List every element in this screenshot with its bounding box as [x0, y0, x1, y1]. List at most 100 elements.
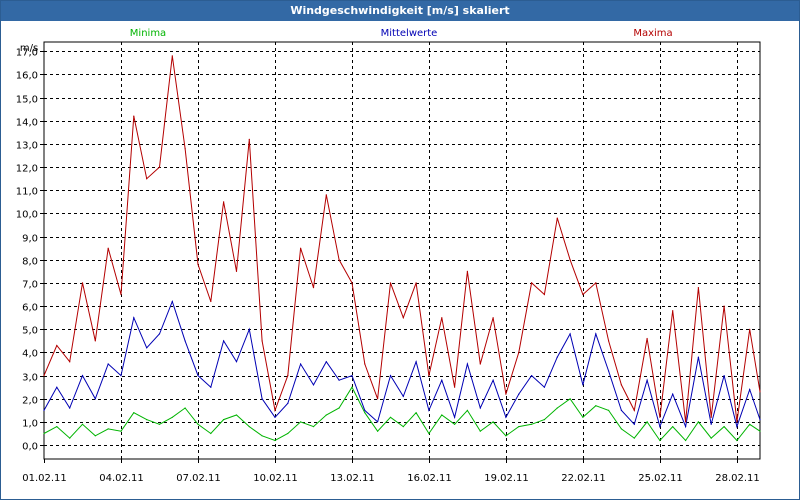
data-point-mittelwerte: [133, 317, 135, 319]
data-point-maxima: [107, 247, 109, 249]
data-point-mittelwerte: [505, 416, 507, 418]
data-point-minima: [261, 435, 263, 437]
chart-window: Windgeschwindigkeit [m/s] skaliert 0,0 1,…: [0, 0, 800, 500]
data-point-maxima: [377, 398, 379, 400]
data-point-mittelwerte: [81, 375, 84, 377]
data-point-mittelwerte: [146, 347, 148, 349]
data-point-minima: [479, 430, 481, 432]
data-point-maxima: [338, 259, 340, 261]
data-point-minima: [94, 435, 96, 437]
data-point-mittelwerte: [582, 384, 584, 386]
data-point-minima: [377, 430, 379, 432]
legend-mittelwerte: Mittelwerte: [381, 28, 438, 39]
data-point-mittelwerte: [595, 333, 597, 335]
data-point-maxima: [556, 217, 558, 219]
data-point-minima: [107, 428, 109, 430]
data-point-maxima: [171, 55, 173, 57]
data-point-maxima: [300, 247, 302, 249]
data-point-mittelwerte: [56, 386, 58, 388]
data-point-minima: [158, 423, 161, 425]
data-point-mittelwerte: [197, 375, 199, 377]
data-point-minima: [723, 426, 725, 428]
data-point-minima: [120, 430, 122, 432]
data-point-maxima: [749, 328, 751, 330]
data-point-maxima: [723, 305, 725, 307]
data-point-mittelwerte: [608, 370, 610, 372]
data-point-maxima: [685, 421, 687, 423]
x-tick-label: 07.02.11: [176, 473, 221, 484]
y-tick-label: 8,0: [22, 257, 38, 268]
data-point-maxima: [697, 287, 700, 289]
data-point-mittelwerte: [69, 407, 71, 409]
data-point-minima: [466, 409, 468, 411]
data-point-maxima: [81, 282, 84, 284]
data-point-mittelwerte: [312, 384, 315, 386]
data-point-mittelwerte: [633, 423, 635, 425]
data-point-minima: [146, 419, 148, 421]
data-point-mittelwerte: [466, 363, 468, 365]
x-tick-label: 10.02.11: [253, 473, 298, 484]
data-point-mittelwerte: [377, 421, 379, 423]
data-point-minima: [659, 439, 661, 442]
data-point-maxima: [287, 375, 289, 377]
data-point-mittelwerte: [428, 409, 430, 411]
data-point-minima: [274, 439, 276, 442]
data-point-mittelwerte: [287, 402, 289, 404]
data-point-mittelwerte: [492, 379, 494, 381]
data-point-maxima: [531, 282, 533, 284]
data-point-maxima: [620, 384, 623, 386]
wind-speed-chart: 0,0 1,0 2,0 3,0 4,0 5,0 6,0 7,0 8,0 9,0 10,0 11,0 12…: [16, 28, 761, 484]
data-point-minima: [402, 426, 404, 428]
data-point-mittelwerte: [415, 361, 417, 363]
data-point-mittelwerte: [158, 333, 161, 335]
data-point-maxima: [608, 340, 610, 342]
data-point-maxima: [133, 115, 135, 117]
x-tick-label: 28.02.11: [715, 473, 760, 484]
data-point-minima: [492, 421, 494, 423]
data-point-minima: [633, 437, 635, 439]
data-point-mittelwerte: [454, 416, 456, 418]
data-point-minima: [248, 426, 250, 428]
data-point-minima: [736, 439, 738, 442]
data-point-maxima: [595, 282, 597, 284]
data-point-minima: [543, 419, 546, 421]
data-point-minima: [518, 426, 520, 428]
y-tick-label: 11,0: [16, 187, 38, 198]
data-point-maxima: [569, 259, 571, 261]
data-point-maxima: [223, 201, 225, 203]
data-point-minima: [171, 416, 173, 418]
y-tick-label: 3,0: [22, 373, 38, 384]
data-point-minima: [287, 432, 289, 435]
data-point-minima: [235, 414, 238, 416]
data-point-maxima: [633, 409, 635, 411]
data-point-minima: [428, 432, 430, 435]
data-point-mittelwerte: [697, 356, 700, 358]
data-point-minima: [210, 432, 212, 435]
data-point-mittelwerte: [300, 363, 302, 365]
data-point-maxima: [312, 287, 315, 289]
data-point-maxima: [466, 270, 468, 272]
data-point-maxima: [479, 363, 481, 365]
data-point-maxima: [364, 363, 366, 365]
data-point-maxima: [441, 317, 443, 319]
x-tick-label: 16.02.11: [407, 473, 452, 484]
data-point-mittelwerte: [248, 328, 250, 330]
data-point-mittelwerte: [569, 333, 571, 335]
data-point-mittelwerte: [518, 393, 520, 395]
data-point-mittelwerte: [723, 375, 725, 377]
plot-area: [43, 41, 761, 460]
data-point-maxima: [428, 375, 430, 377]
data-point-mittelwerte: [659, 426, 661, 428]
data-point-mittelwerte: [556, 356, 558, 358]
data-point-mittelwerte: [620, 409, 623, 411]
y-tick-label: 4,0: [22, 349, 38, 360]
data-point-maxima: [402, 317, 404, 319]
y-axis-unit: m/s: [20, 43, 38, 54]
data-point-minima: [56, 426, 58, 428]
data-point-mittelwerte: [171, 300, 173, 303]
data-point-maxima: [454, 386, 456, 388]
data-point-minima: [338, 407, 340, 409]
data-point-minima: [454, 423, 456, 425]
data-point-mittelwerte: [261, 398, 263, 400]
data-point-maxima: [94, 340, 96, 342]
